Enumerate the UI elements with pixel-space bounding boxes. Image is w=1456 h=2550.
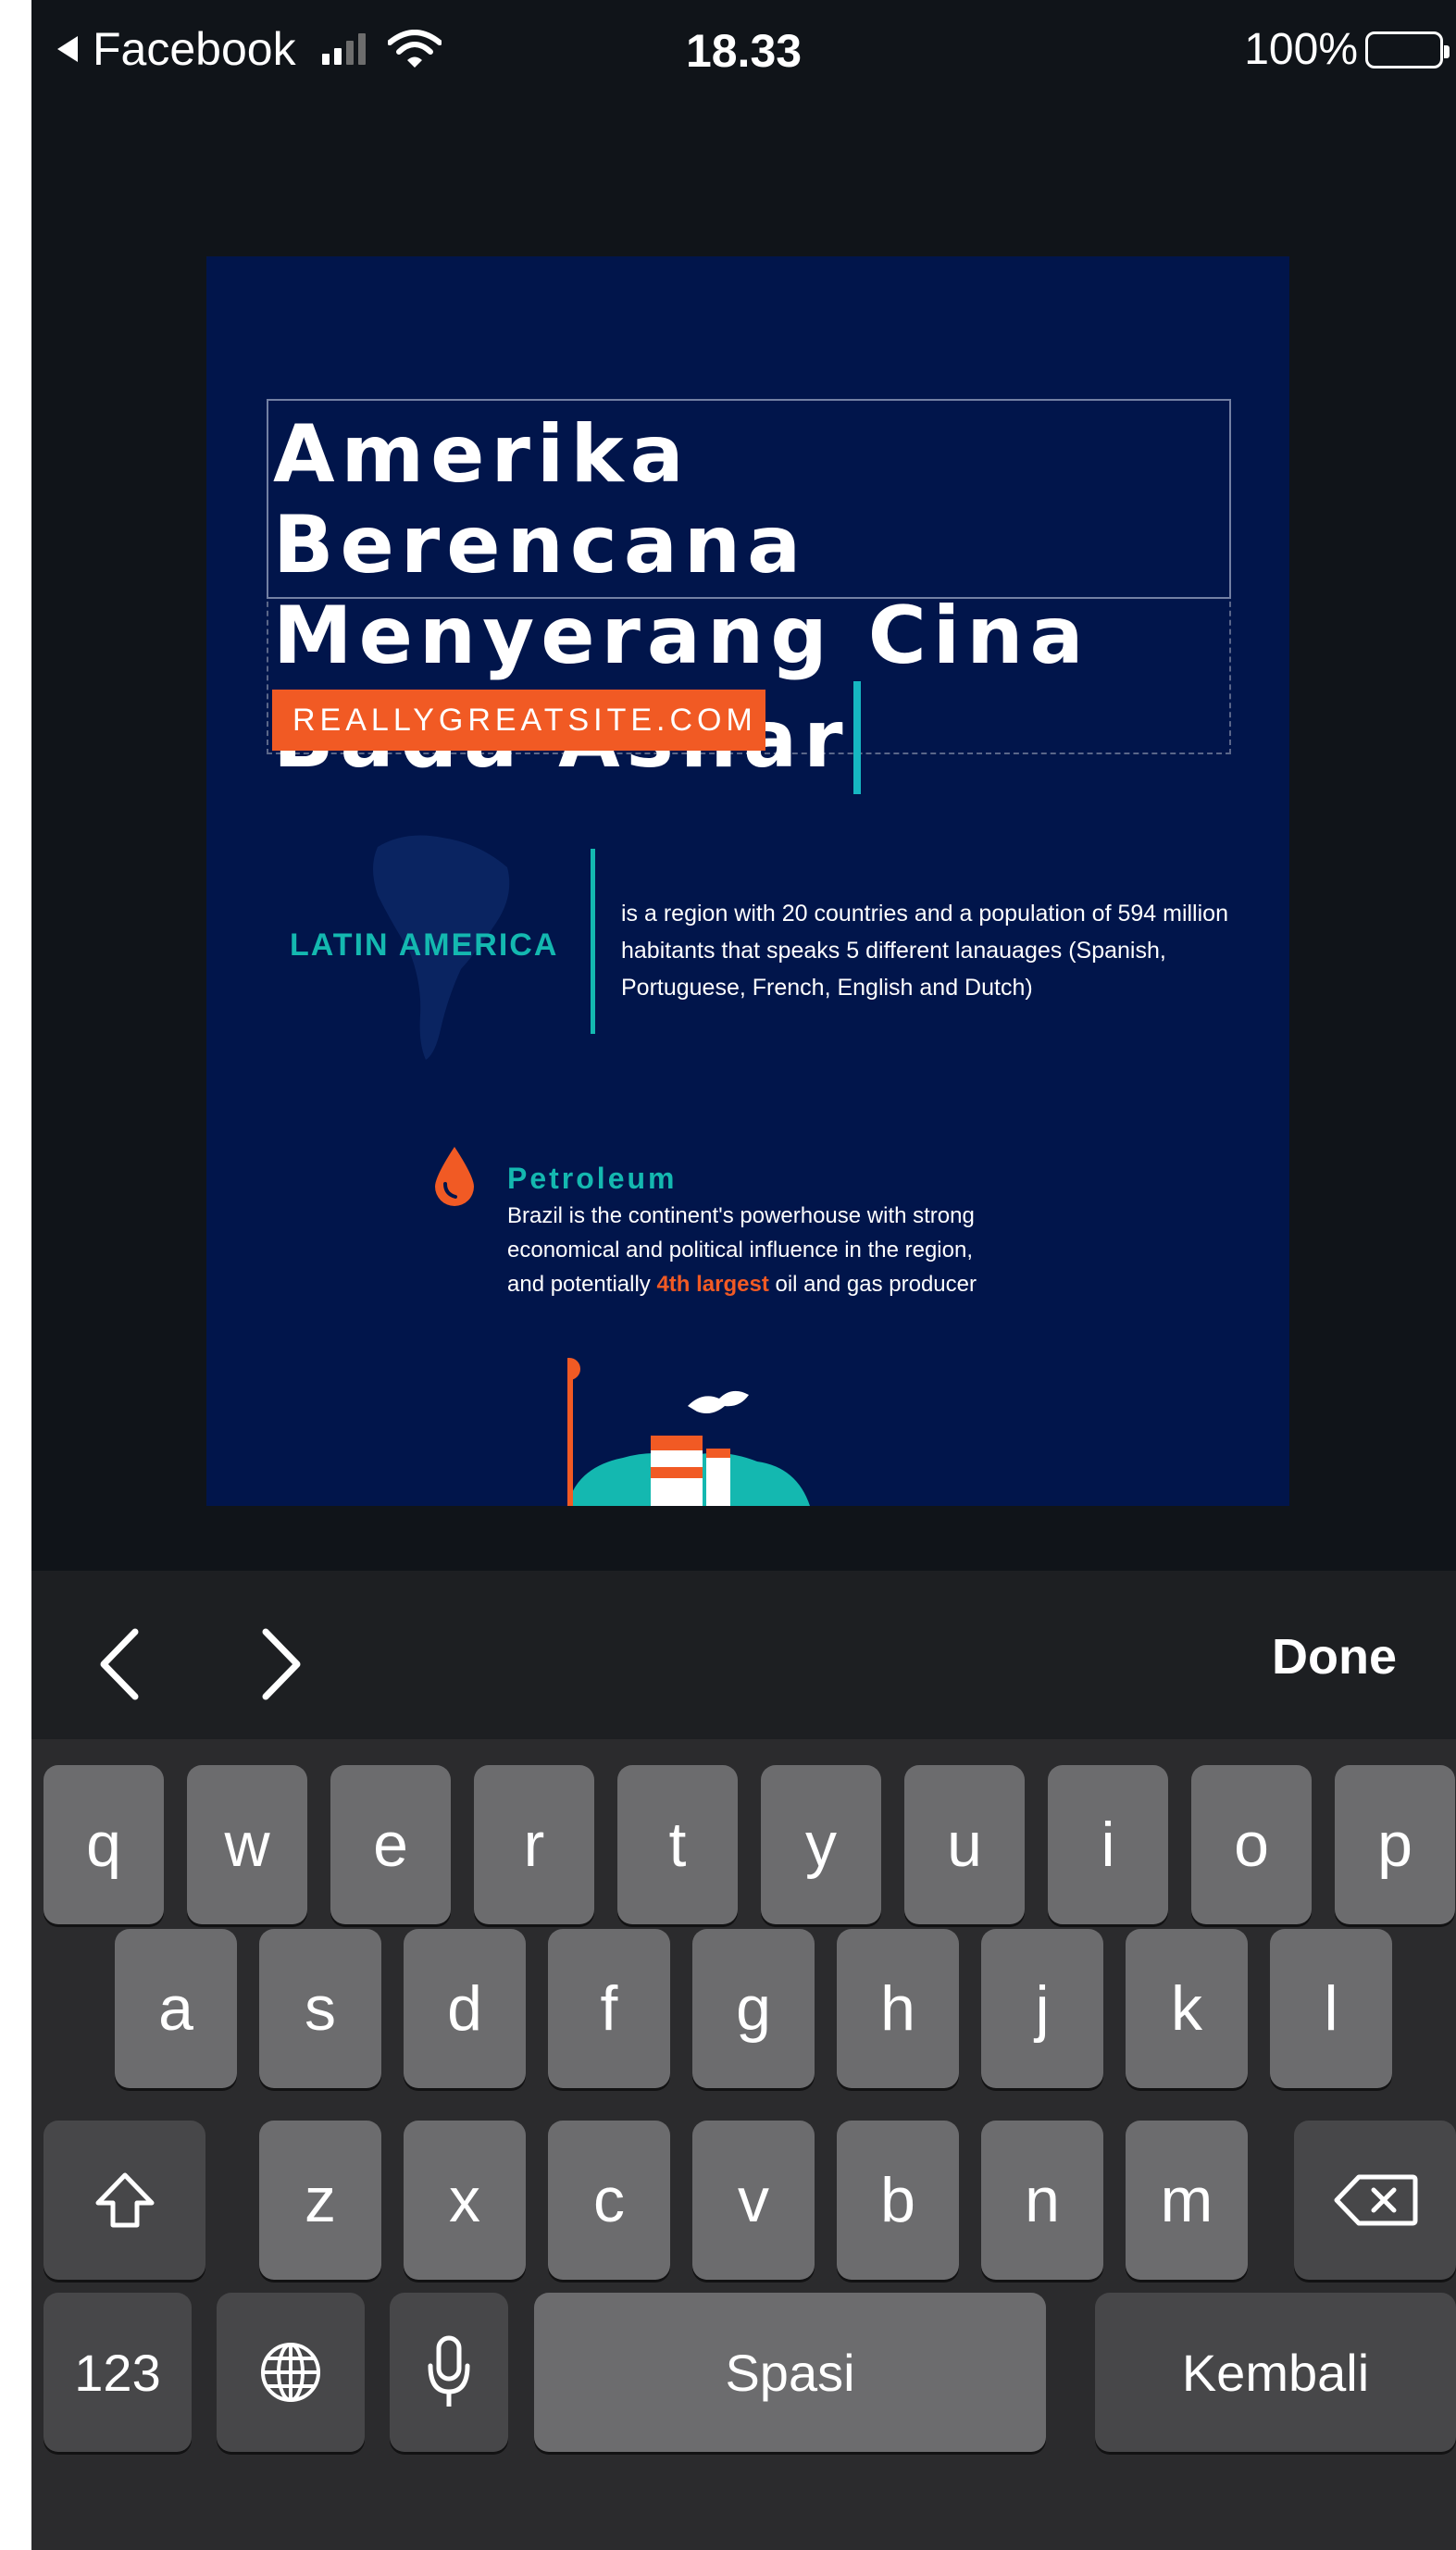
key-i[interactable]: i — [1048, 1765, 1168, 1924]
status-time: 18.33 — [685, 25, 803, 77]
oil-drop-icon — [435, 1147, 474, 1206]
battery-icon — [1365, 31, 1450, 68]
refinery-illustration — [567, 1358, 810, 1506]
globe-key[interactable] — [217, 2293, 365, 2452]
design-canvas[interactable]: Amerika Berencana Menyerang Cina Bada As… — [206, 256, 1289, 1506]
key-d[interactable]: d — [404, 1929, 526, 2088]
key-h[interactable]: h — [837, 1929, 959, 2088]
status-bar: Facebook 18.33 100% — [31, 0, 1456, 102]
region-description[interactable]: is a region with 20 countries and a popu… — [621, 895, 1269, 1006]
return-key[interactable]: Kembali — [1095, 2293, 1456, 2452]
shift-icon — [95, 2172, 154, 2228]
chevron-right-icon[interactable] — [258, 1626, 305, 1702]
key-g[interactable]: g — [692, 1929, 815, 2088]
key-o[interactable]: o — [1191, 1765, 1312, 1924]
dictation-key[interactable] — [390, 2293, 508, 2452]
onscreen-keyboard: q w e r t y u i o p a s d f g h j k l z … — [31, 1739, 1456, 2550]
key-t[interactable]: t — [617, 1765, 738, 1924]
section-text-end: oil and gas producer — [775, 1272, 977, 1297]
microphone-icon — [428, 2335, 470, 2407]
key-f[interactable]: f — [548, 1929, 670, 2088]
key-w[interactable]: w — [187, 1765, 307, 1924]
delete-icon — [1334, 2174, 1417, 2226]
delete-key[interactable] — [1294, 2121, 1456, 2280]
key-x[interactable]: x — [404, 2121, 526, 2280]
chevron-left-icon[interactable] — [96, 1626, 143, 1702]
key-k[interactable]: k — [1126, 1929, 1248, 2088]
text-cursor — [852, 681, 861, 794]
battery-percent: 100% — [1244, 25, 1358, 74]
key-l[interactable]: l — [1270, 1929, 1392, 2088]
key-a[interactable]: a — [115, 1929, 237, 2088]
battery-indicator: 100% — [1244, 24, 1450, 75]
key-j[interactable]: j — [981, 1929, 1103, 2088]
key-u[interactable]: u — [904, 1765, 1025, 1924]
key-b[interactable]: b — [837, 2121, 959, 2280]
globe-icon — [261, 2343, 320, 2402]
divider-line — [591, 849, 595, 1034]
key-c[interactable]: c — [548, 2121, 670, 2280]
region-title[interactable]: LATIN AMERICA — [290, 927, 558, 964]
key-q[interactable]: q — [44, 1765, 164, 1924]
key-m[interactable]: m — [1126, 2121, 1248, 2280]
numbers-key[interactable]: 123 — [44, 2293, 192, 2452]
key-n[interactable]: n — [981, 2121, 1103, 2280]
key-v[interactable]: v — [692, 2121, 815, 2280]
key-e[interactable]: e — [330, 1765, 451, 1924]
key-y[interactable]: y — [761, 1765, 881, 1924]
space-bar[interactable]: Spasi — [534, 2293, 1046, 2452]
done-button[interactable]: Done — [1272, 1628, 1397, 1685]
screen-edge — [0, 0, 31, 2550]
key-z[interactable]: z — [259, 2121, 381, 2280]
section-description[interactable]: Brazil is the continent's powerhouse wit… — [507, 1199, 989, 1301]
app-screen: Facebook 18.33 100% Amerika Berencana Me… — [31, 0, 1456, 2550]
key-r[interactable]: r — [474, 1765, 594, 1924]
shift-key[interactable] — [44, 2121, 205, 2280]
key-p[interactable]: p — [1335, 1765, 1455, 1924]
section-highlight: 4th largest — [656, 1272, 769, 1297]
website-badge[interactable]: REALLYGREATSITE.COM — [272, 690, 765, 751]
keyboard-accessory-bar: Done — [31, 1571, 1456, 1739]
section-title[interactable]: Petroleum — [507, 1162, 677, 1196]
key-s[interactable]: s — [259, 1929, 381, 2088]
